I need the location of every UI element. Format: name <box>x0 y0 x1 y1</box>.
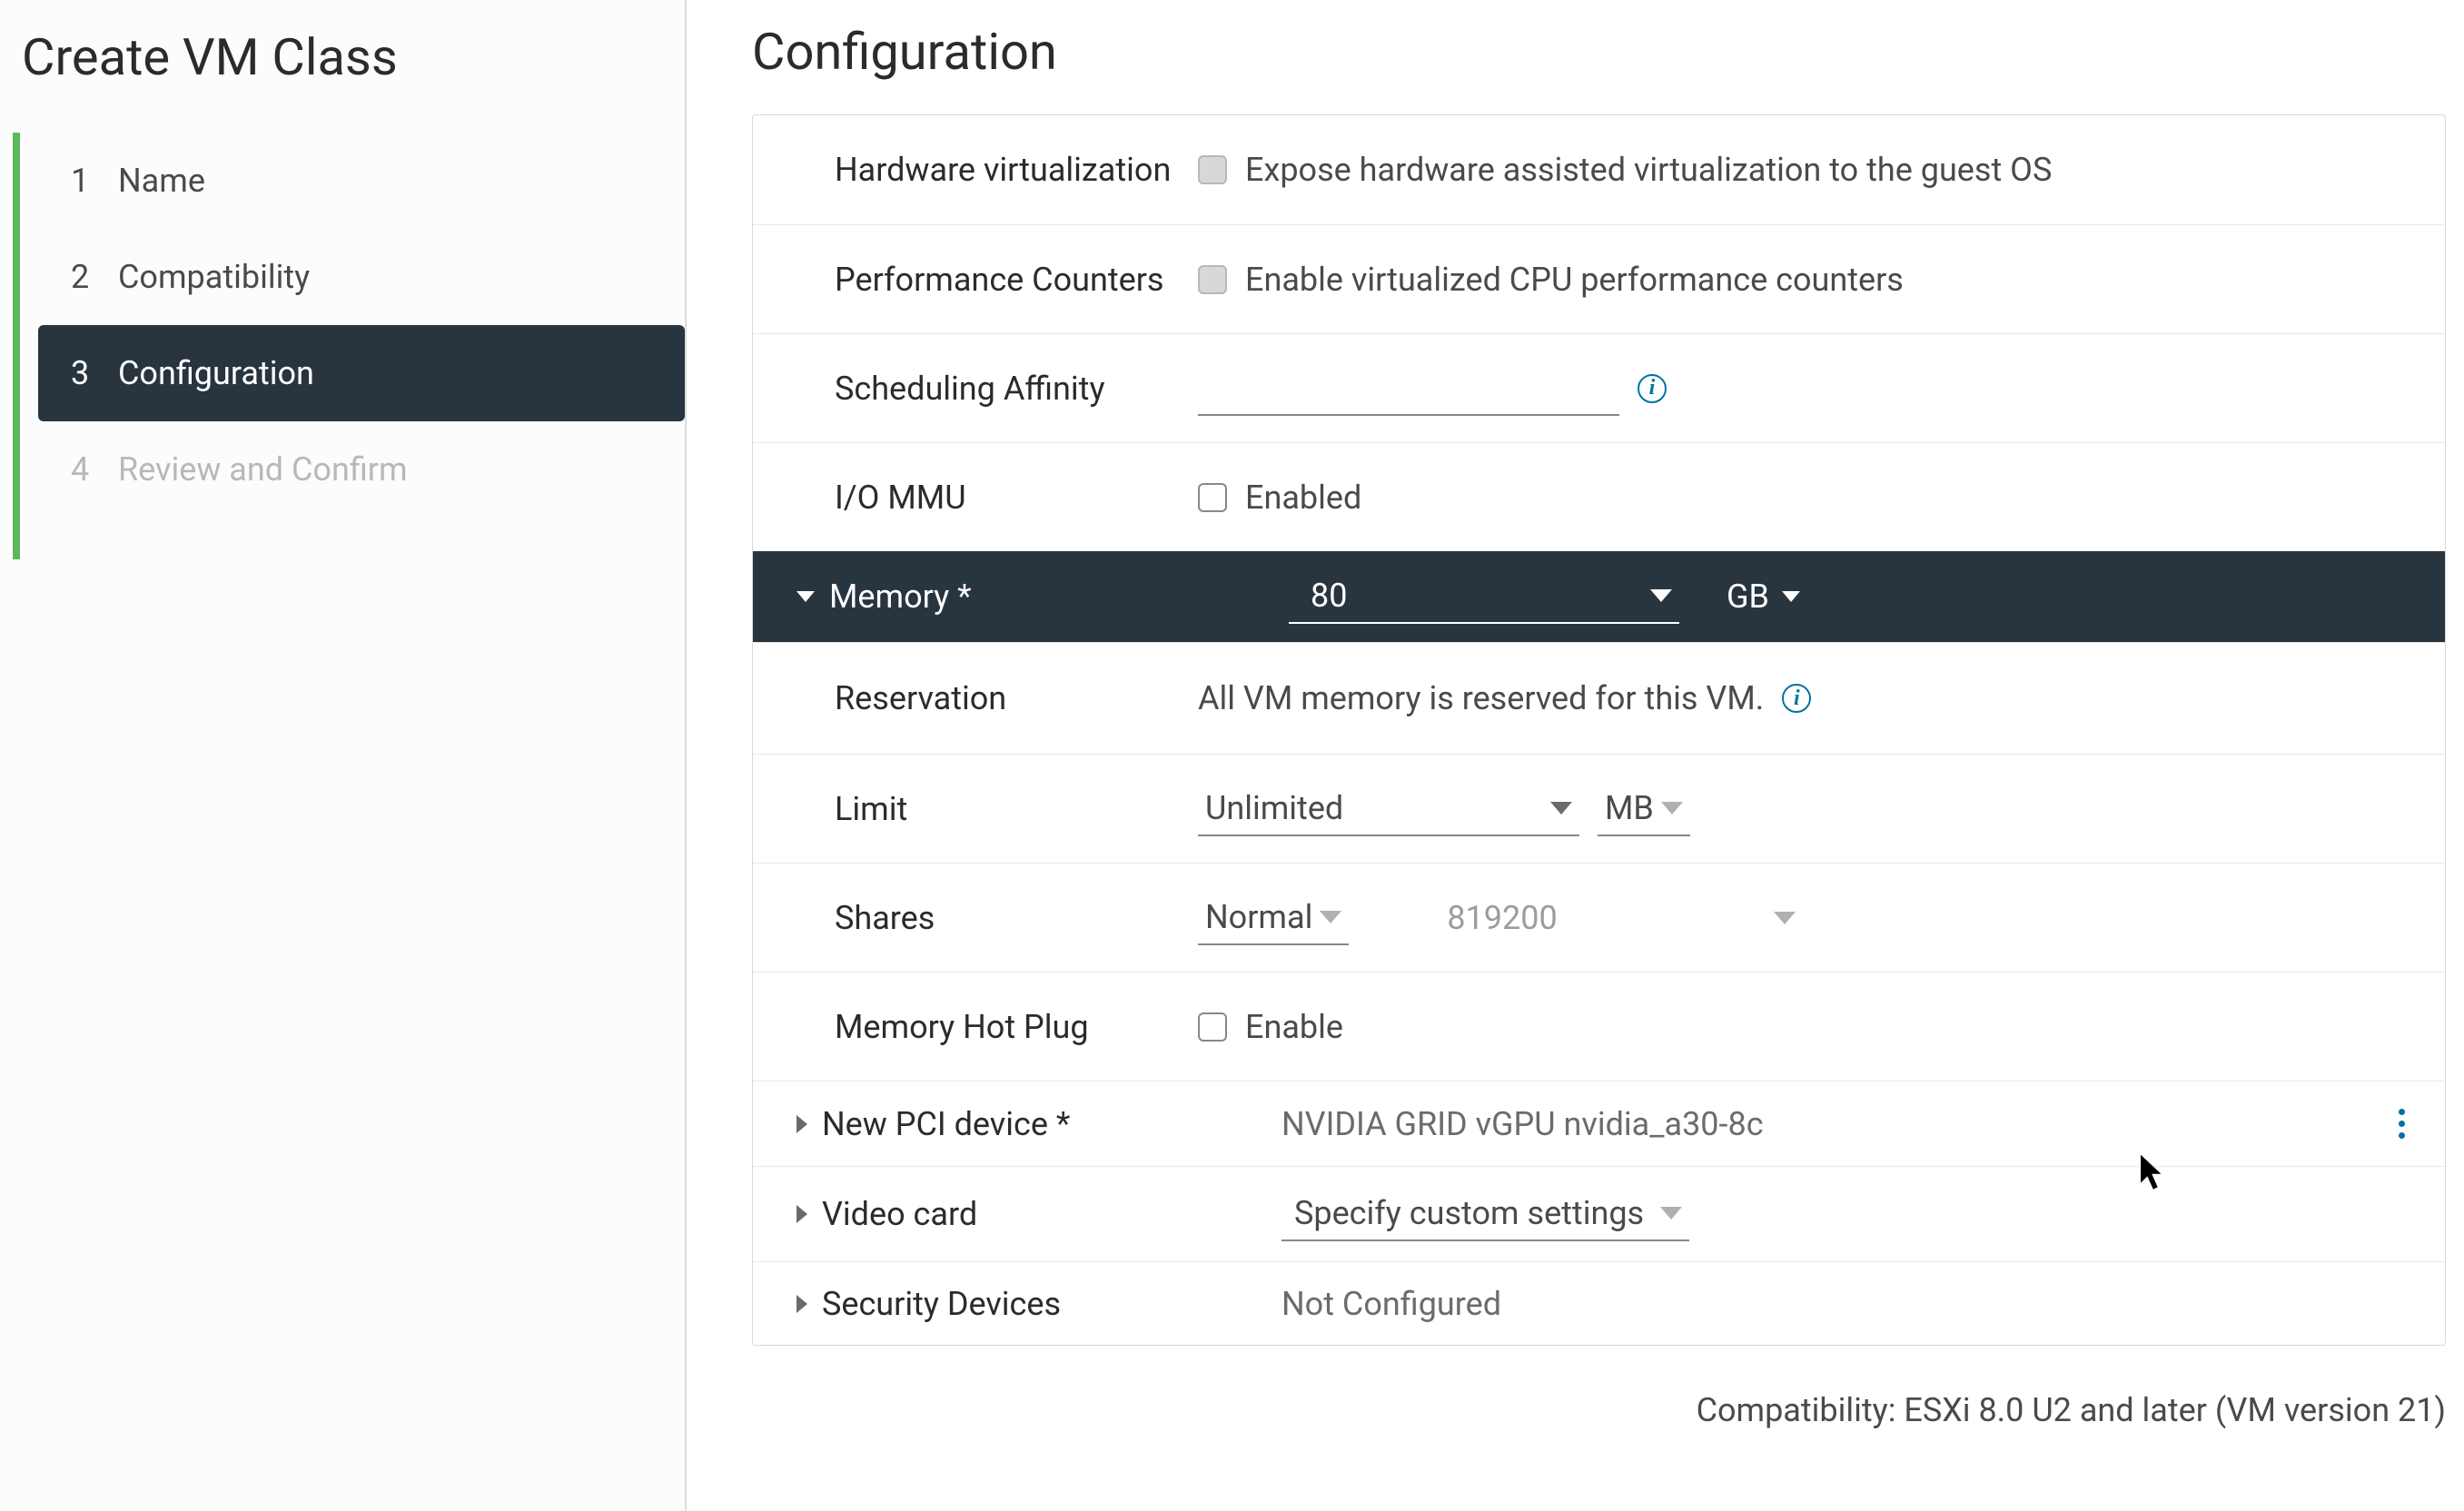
video-value: Specify custom settings <box>1294 1194 1644 1232</box>
memory-value: 80 <box>1311 577 1347 615</box>
step-configuration[interactable]: 3 Configuration <box>38 325 685 421</box>
io-mmu-label: I/O MMU <box>835 479 1198 517</box>
step-number: 3 <box>71 354 93 392</box>
shares-value: 819200 <box>1447 899 1557 937</box>
row-reservation: Reservation All VM memory is reserved fo… <box>753 642 2445 754</box>
section-video-card[interactable]: Video card Specify custom settings <box>753 1166 2445 1261</box>
hw-virt-option-text: Expose hardware assisted virtualization … <box>1245 151 2052 189</box>
io-mmu-checkbox[interactable] <box>1198 483 1227 512</box>
memory-label: Memory * <box>829 578 1274 616</box>
chevron-right-icon <box>797 1205 807 1223</box>
hw-virt-label: Hardware virtualization <box>835 151 1198 189</box>
shares-level: Normal <box>1205 898 1312 936</box>
wizard-title: Create VM Class <box>0 0 685 133</box>
config-container: Hardware virtualization Expose hardware … <box>752 114 2446 1346</box>
shares-label: Shares <box>835 899 1198 937</box>
chevron-down-icon <box>1782 591 1800 602</box>
info-icon[interactable]: i <box>1782 684 1811 713</box>
row-limit: Limit Unlimited MB <box>753 754 2445 863</box>
reservation-label: Reservation <box>835 679 1198 717</box>
row-io-mmu: I/O MMU Enabled <box>753 442 2445 551</box>
limit-value: Unlimited <box>1205 789 1343 827</box>
main-panel: Configuration Hardware virtualization Ex… <box>687 0 2464 1511</box>
limit-unit: MB <box>1605 789 1654 827</box>
pci-label: New PCI device * <box>822 1105 1267 1143</box>
wizard-steps: 1 Name 2 Compatibility 3 Configuration 4… <box>0 133 685 518</box>
chevron-down-icon <box>1550 802 1572 815</box>
pci-actions-menu[interactable] <box>2391 1101 2412 1146</box>
step-number: 4 <box>71 450 93 489</box>
limit-select[interactable]: Unlimited <box>1198 782 1579 836</box>
memory-unit-select[interactable]: GB <box>1727 578 1800 616</box>
perf-counters-option-text: Enable virtualized CPU performance count… <box>1245 261 1904 299</box>
perf-counters-checkbox[interactable] <box>1198 265 1227 294</box>
chevron-down-icon <box>1774 912 1796 924</box>
memory-section-header[interactable]: Memory * 80 GB <box>753 551 2445 642</box>
step-label: Compatibility <box>118 258 310 296</box>
chevron-down-icon <box>1320 911 1341 923</box>
page-title: Configuration <box>752 0 2464 114</box>
step-label: Configuration <box>118 354 314 392</box>
compatibility-footer: Compatibility: ESXi 8.0 U2 and later (VM… <box>752 1346 2464 1447</box>
section-security-devices[interactable]: Security Devices Not Configured <box>753 1261 2445 1345</box>
memory-unit-text: GB <box>1727 578 1769 616</box>
video-settings-select[interactable]: Specify custom settings <box>1281 1187 1689 1241</box>
memory-size-input[interactable]: 80 <box>1289 569 1679 624</box>
shares-level-select[interactable]: Normal <box>1198 891 1349 945</box>
sched-affinity-label: Scheduling Affinity <box>835 370 1198 408</box>
wizard-sidebar: Create VM Class 1 Name 2 Compatibility 3… <box>0 0 687 1511</box>
reservation-text: All VM memory is reserved for this VM. <box>1198 679 1764 717</box>
row-hardware-virtualization: Hardware virtualization Expose hardware … <box>753 115 2445 224</box>
video-label: Video card <box>822 1195 1267 1233</box>
chevron-right-icon <box>797 1115 807 1133</box>
step-number: 2 <box>71 258 93 296</box>
limit-unit-select[interactable]: MB <box>1598 782 1690 836</box>
io-mmu-option-text: Enabled <box>1245 479 1361 517</box>
security-label: Security Devices <box>822 1285 1267 1323</box>
row-performance-counters: Performance Counters Enable virtualized … <box>753 224 2445 333</box>
hw-virt-checkbox[interactable] <box>1198 155 1227 184</box>
step-name[interactable]: 1 Name <box>0 133 685 229</box>
row-scheduling-affinity: Scheduling Affinity i <box>753 333 2445 442</box>
step-compatibility[interactable]: 2 Compatibility <box>0 229 685 325</box>
step-label: Review and Confirm <box>118 450 408 489</box>
hotplug-label: Memory Hot Plug <box>835 1008 1198 1046</box>
hotplug-option-text: Enable <box>1245 1008 1343 1046</box>
chevron-down-icon <box>1660 1207 1682 1220</box>
perf-counters-label: Performance Counters <box>835 261 1198 299</box>
shares-value-select[interactable]: 819200 <box>1440 892 1803 944</box>
chevron-down-icon <box>1661 802 1683 815</box>
section-pci-device[interactable]: New PCI device * NVIDIA GRID vGPU nvidia… <box>753 1081 2445 1166</box>
chevron-right-icon <box>797 1295 807 1313</box>
chevron-down-icon <box>1650 589 1672 602</box>
row-shares: Shares Normal 819200 <box>753 863 2445 972</box>
sched-affinity-input[interactable] <box>1198 361 1619 416</box>
step-review: 4 Review and Confirm <box>0 421 685 518</box>
step-label: Name <box>118 162 205 200</box>
hotplug-checkbox[interactable] <box>1198 1012 1227 1042</box>
info-icon[interactable]: i <box>1638 374 1667 403</box>
pci-value: NVIDIA GRID vGPU nvidia_a30-8c <box>1281 1105 1764 1143</box>
chevron-down-icon <box>797 591 815 602</box>
row-memory-hot-plug: Memory Hot Plug Enable <box>753 972 2445 1081</box>
step-number: 1 <box>71 162 93 200</box>
security-value: Not Configured <box>1281 1285 1501 1323</box>
wizard-progress-bar <box>13 133 20 559</box>
limit-label: Limit <box>835 790 1198 828</box>
